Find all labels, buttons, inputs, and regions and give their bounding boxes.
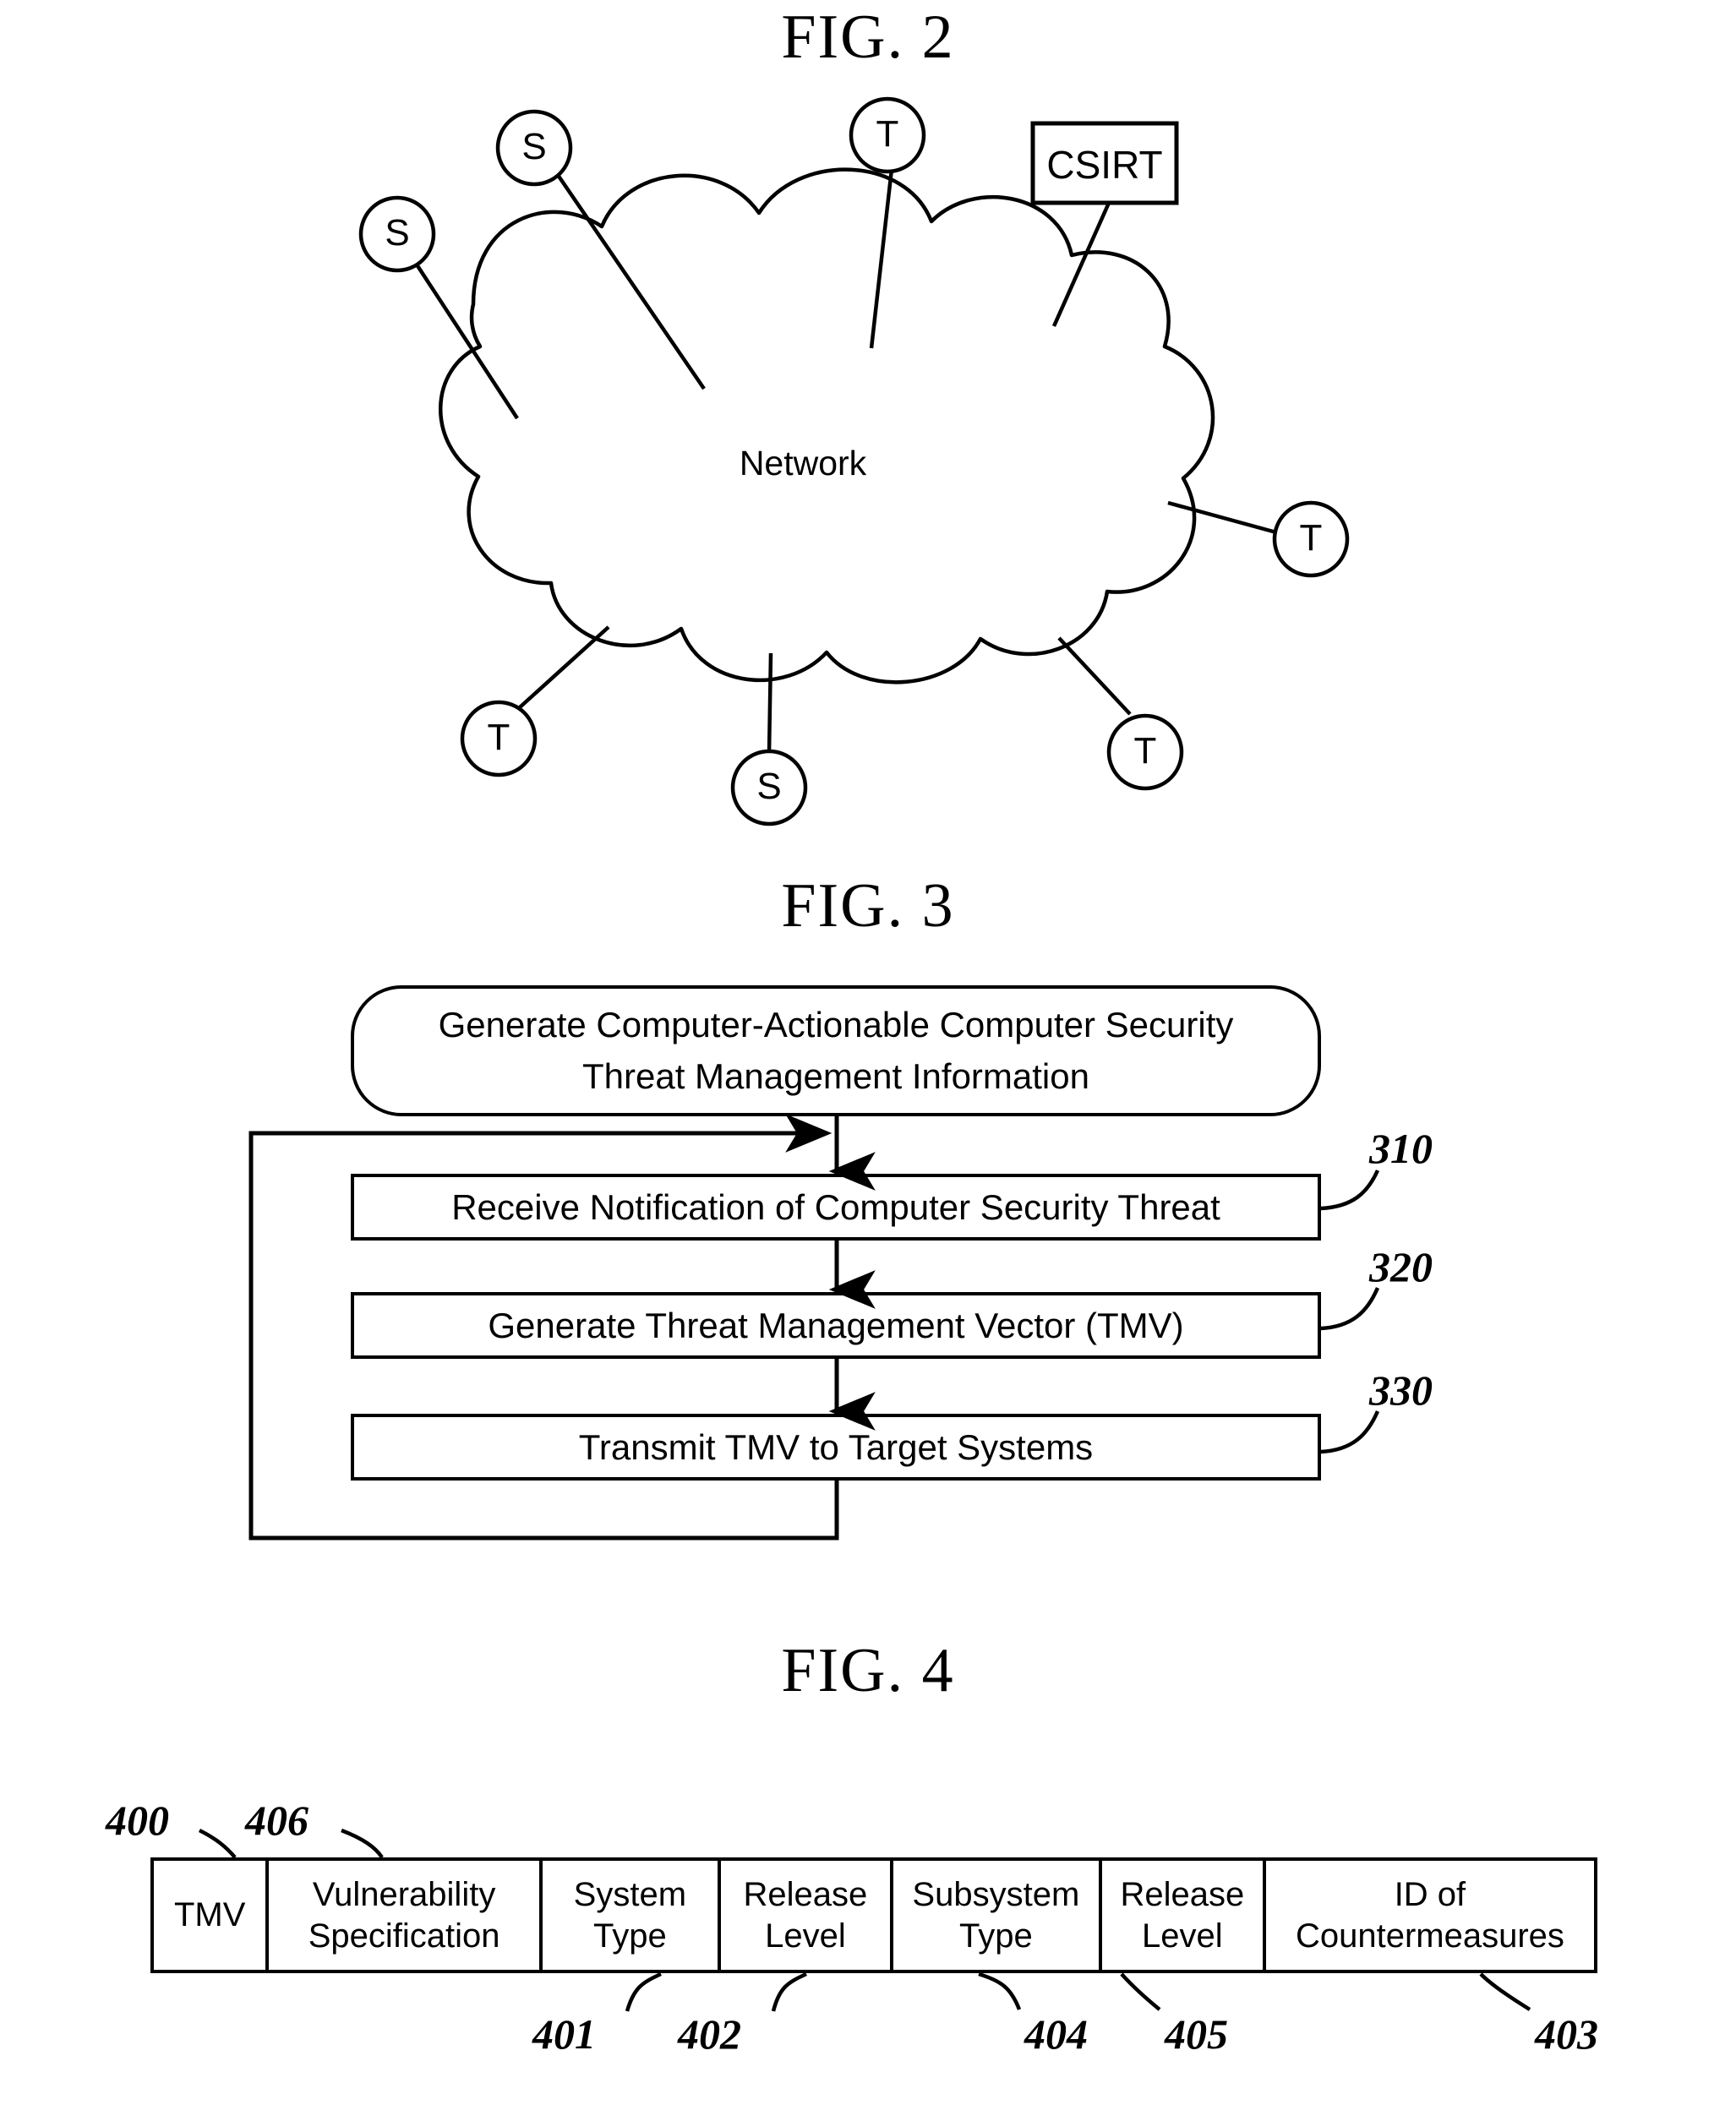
flow-terminator-line1: Generate Computer-Actionable Computer Se… [438,1004,1234,1044]
flow-step-330-label: Transmit TMV to Target Systems [578,1426,1094,1467]
leader-401 [625,1971,662,2012]
link-s-bottom [767,652,773,755]
reference-number-402: 402 [678,2010,741,2058]
figure-4-title: FIG. 4 [781,1636,955,1705]
node-label-t-right: T [1299,517,1323,559]
flow-terminator-line2: Threat Management Information [582,1055,1089,1096]
flow-step-transmit-tmv: Transmit TMV to Target Systems [351,1414,1321,1481]
link-s-top-left [415,263,519,420]
leader-402 [771,1971,807,2012]
tmv-field-cell-subsystem-type: Subsystem Type [893,1861,1102,1970]
flow-step-receive-notification: Receive Notification of Computer Securit… [351,1174,1321,1241]
tmv-field-cell-vulnerability-specification: Vulnerability Specification [269,1861,543,1970]
tmv-cell-subsys-line1: Subsystem [912,1875,1080,1913]
leader-400 [198,1828,237,1859]
leader-405 [1120,1972,1161,2011]
reference-number-320: 320 [1369,1243,1433,1290]
link-csirt [1051,202,1111,327]
flow-terminator-generate-info: Generate Computer-Actionable Computer Se… [351,985,1321,1116]
reference-number-403: 403 [1535,2010,1598,2058]
tmv-field-cell-system-type: System Type [543,1861,721,1970]
tmv-cell-vuln-line1: Vulnerability [312,1875,496,1913]
tmv-cell-systype-line2: Type [592,1917,667,1955]
figure-2-title: FIG. 2 [781,3,955,72]
csirt-label: CSIRT [1046,143,1163,187]
tmv-cell-rel2-line1: Release [1120,1875,1245,1913]
link-t-bottom-right [1057,636,1132,716]
network-cloud-shape [439,167,1215,684]
leader-404 [978,1971,1022,2010]
flow-step-320-label: Generate Threat Management Vector (TMV) [488,1305,1184,1345]
tmv-cell-rel1-line2: Level [765,1917,846,1955]
leader-406 [341,1828,384,1859]
tmv-field-cell-tmv: TMV [154,1861,270,1970]
link-t-bottom-left [518,625,610,709]
reference-number-310: 310 [1369,1125,1433,1172]
leader-320 [1320,1287,1380,1331]
node-label-s-bottom: S [756,766,782,807]
tmv-field-cell-release-level-subsystem: Release Level [1102,1861,1266,1970]
reference-number-404: 404 [1024,2010,1088,2058]
tmv-cell-tmv-line1: TMV [173,1896,246,1934]
flow-terminator-text: Generate Computer-Actionable Computer Se… [439,1000,1234,1103]
link-t-top [869,168,894,349]
node-label-t-bottom-left: T [487,717,510,758]
figure-3-title: FIG. 3 [781,871,955,941]
tmv-cell-ids-line2: Countermeasures [1295,1917,1564,1955]
tmv-cell-rel1-line1: Release [743,1875,868,1913]
node-label-t-bottom-right: T [1133,730,1157,772]
reference-number-405: 405 [1165,2010,1228,2058]
flow-step-310-label: Receive Notification of Computer Securit… [451,1186,1220,1227]
tmv-field-cell-release-level-system: Release Level [721,1861,893,1970]
leader-310 [1320,1170,1380,1211]
reference-number-401: 401 [532,2010,596,2058]
tmv-cell-vuln-line2: Specification [308,1917,500,1955]
patent-drawing-sheet: FIG. 2 S S T T T S T Network CSIRT FIG. … [0,0,1736,2105]
network-cloud-label: Network [739,444,867,483]
node-label-s-top-left: S [385,212,410,254]
tmv-cell-systype-line1: System [573,1875,687,1913]
tmv-cell-subsys-line2: Type [958,1917,1033,1955]
reference-number-406: 406 [245,1797,308,1844]
reference-number-330: 330 [1369,1366,1433,1414]
link-s-top-mid [556,173,706,390]
tmv-field-table: TMV Vulnerability Specification System T… [150,1857,1597,1973]
tmv-field-cell-id-of-countermeasures: ID of Countermeasures [1266,1861,1594,1970]
link-t-right [1167,500,1277,535]
node-label-s-top-mid: S [521,126,547,167]
tmv-cell-rel2-line2: Level [1142,1917,1223,1955]
node-label-t-top: T [876,113,899,155]
flow-step-generate-tmv: Generate Threat Management Vector (TMV) [351,1292,1321,1359]
reference-number-400: 400 [106,1797,169,1844]
leader-330 [1320,1410,1380,1454]
tmv-cell-ids-line1: ID of [1394,1875,1466,1913]
leader-403 [1479,1972,1531,2011]
